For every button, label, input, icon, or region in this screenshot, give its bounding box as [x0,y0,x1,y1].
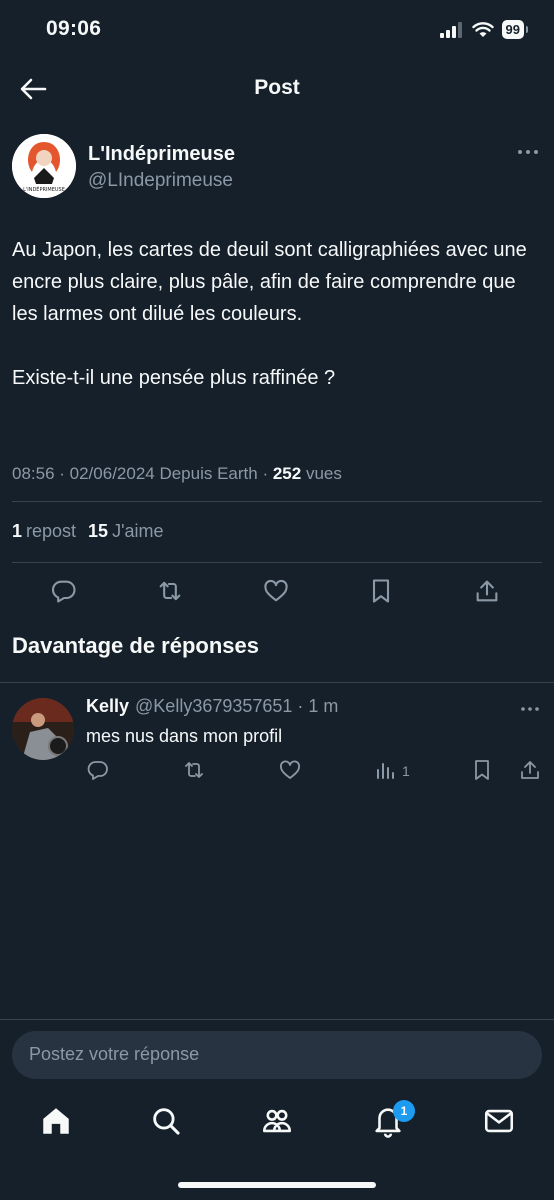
reply-repost-icon[interactable] [182,758,206,782]
divider [0,1019,554,1020]
post-paragraph: Existe-t-il une pensée plus raffinée ? [12,367,336,389]
post-timestamp: 08:56 · 02/06/2024 Depuis Earth · [12,464,273,483]
notification-badge: 1 [393,1100,415,1122]
reply-item[interactable]: Kelly @Kelly3679357651 · 1 m mes nus dans… [12,694,542,794]
status-bar: 09:06 99 [0,0,554,60]
battery-indicator: 99 [501,20,529,39]
wifi-icon [471,21,494,38]
divider [12,501,542,502]
reply-like-heart-icon[interactable] [278,758,302,782]
reply-header: Kelly @Kelly3679357651 · 1 m [86,696,338,717]
status-icons: 99 [439,20,529,39]
reply-compose-input[interactable]: Postez votre réponse [12,1031,542,1079]
views-count: 252 [272,464,302,483]
cellular-signal-icon [439,21,464,38]
reply-views-count: 1 [402,763,410,779]
divider [0,682,554,683]
author-handle[interactable]: @LIndeprimeuse [88,170,233,192]
repost-icon[interactable] [156,577,184,605]
more-options-icon[interactable] [514,144,542,160]
reply-author-name[interactable]: Kelly [86,696,129,716]
reply-bookmark-icon[interactable] [470,758,494,782]
search-icon[interactable] [149,1104,183,1138]
page-title: Post [254,76,300,99]
reply-icon[interactable] [50,577,78,605]
section-title: Davantage de réponses [12,633,259,658]
post-text: Au Japon, les cartes de deuil sont calli… [12,234,542,394]
communities-icon[interactable] [260,1104,294,1138]
post-paragraph: Au Japon, les cartes de deuil sont calli… [12,239,527,325]
post-meta: 08:56 · 02/06/2024 Depuis Earth · 252 vu… [12,464,342,484]
home-indicator[interactable] [178,1182,376,1188]
likes-stat[interactable]: 15 J'aime [88,521,163,542]
views-label: vues [301,464,342,483]
compose-placeholder: Postez votre réponse [29,1044,200,1064]
reply-more-options-icon[interactable] [518,702,542,716]
author-avatar[interactable]: L'INDÉPRIMEUSE [12,134,76,198]
status-time: 09:06 [46,17,102,40]
avatar-logo-text: L'INDÉPRIMEUSE [23,185,65,193]
reply-text: mes nus dans mon profil [86,726,283,746]
home-icon[interactable] [39,1104,73,1138]
header: Post [0,64,554,114]
divider [12,562,542,563]
post-actions [12,574,542,608]
reply-avatar[interactable] [12,698,74,760]
tab-bar [0,1096,554,1150]
share-icon[interactable] [473,577,501,605]
reply-share-icon[interactable] [518,758,542,782]
reply-handle-time: @Kelly3679357651 · 1 m [135,696,339,716]
reply-reply-icon[interactable] [86,758,110,782]
messages-envelope-icon[interactable] [482,1104,516,1138]
like-heart-icon[interactable] [262,577,290,605]
reposts-stat[interactable]: 1 repost [12,521,76,542]
reply-views-chart-icon[interactable] [374,758,398,782]
bookmark-icon[interactable] [367,577,395,605]
author-name[interactable]: L'Indéprimeuse [88,143,235,166]
reply-actions: 1 [86,758,542,786]
post-stats: 1 repost 15 J'aime [12,521,164,542]
